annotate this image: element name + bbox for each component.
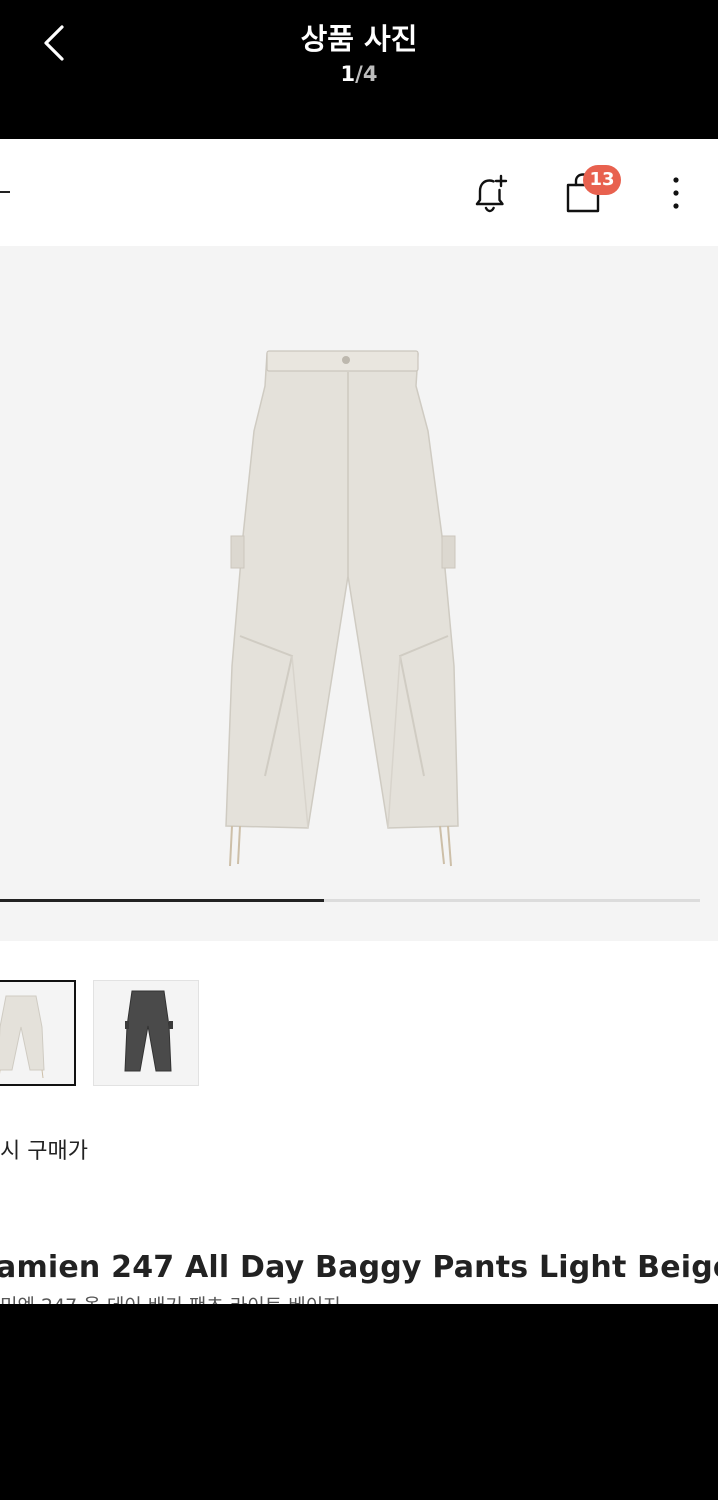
bell-plus-icon	[475, 174, 508, 213]
price-label: 시 구매가	[0, 1139, 88, 1164]
product-name: amien 247 All Day Baggy Pants Light Beig…	[0, 1250, 718, 1285]
thumbnail-light-beige[interactable]	[0, 980, 76, 1086]
product-image-carousel[interactable]	[0, 246, 718, 941]
product-page-screenshot: 13 시 구매가 amien 247 All Day Baggy Pants L…	[0, 139, 718, 1304]
gallery-progress-fill	[0, 899, 324, 902]
more-options-button[interactable]	[652, 169, 700, 217]
baggy-pants-image	[225, 350, 459, 867]
photo-counter-current: 1	[340, 62, 356, 86]
photo-viewer-top-bar: 상품 사진 1/4	[0, 0, 718, 139]
viewer-title-block: 상품 사진 1/4	[0, 20, 718, 88]
viewer-title: 상품 사진	[300, 22, 418, 56]
restock-alert-button[interactable]	[466, 169, 514, 217]
more-vertical-icon	[673, 177, 679, 209]
cart-count-badge: 13	[583, 165, 621, 195]
photo-counter-total: 4	[362, 62, 378, 86]
photo-counter-separator: /	[355, 62, 363, 86]
photo-counter: 1/4	[0, 60, 718, 88]
product-name-korean: 미엔 247 올 데이 배기 팬츠 라이트 베이지	[0, 1291, 341, 1304]
thumbnail-image	[124, 990, 173, 1072]
thumbnail-charcoal[interactable]	[93, 980, 199, 1086]
app-header: 13	[0, 139, 718, 246]
thumbnail-image	[0, 995, 45, 1079]
gallery-progress-track	[0, 899, 700, 902]
header-back-fragment[interactable]	[0, 191, 10, 193]
